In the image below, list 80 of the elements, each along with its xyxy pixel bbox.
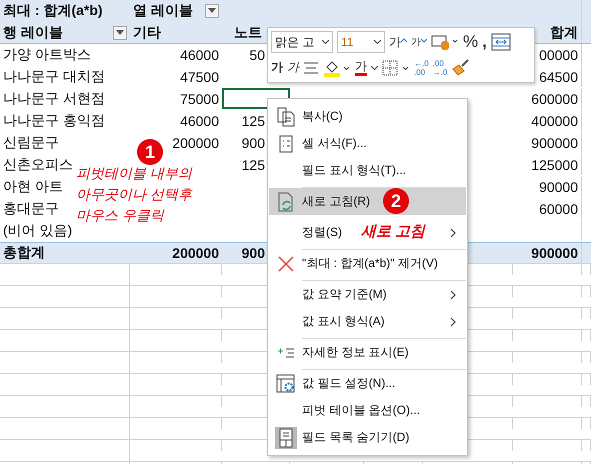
menu-item[interactable]: 값 요약 기준(M) [269,281,466,308]
decimal-button[interactable]: ←.0 .00 [414,58,429,77]
decimal-button[interactable]: .00 →.0 [432,58,448,77]
caret-icon [208,8,216,13]
bold-button[interactable]: 가 [271,59,283,76]
menu-item[interactable]: 값 필드 설정(N)... [269,370,466,397]
caret-icon[interactable] [371,66,378,70]
caret-icon [322,40,329,44]
row-label-cell: 가양 아트박스 [3,46,91,64]
annotation-text: 피벗테이블 내부의 아무곳이나 선택후 마우스 우클릭 [76,164,192,225]
column-label: 열 레이블 [133,2,193,20]
row-label-cell: 나나문구 대치점 [3,68,105,86]
italic-button[interactable]: 가 [287,59,299,76]
annotation-text: 새로 고침 [361,222,426,242]
format-cells-icon [278,134,292,152]
step-badge: 1 [137,139,163,165]
row-label-cell: 신림문구 [3,134,59,152]
selected-cell[interactable] [222,88,290,109]
table-cell: 125 [242,112,265,128]
column-header: 기타 [133,24,161,42]
row-label: 행 레이블 [3,24,63,42]
row-label-cell: (비어 있음) [3,222,72,240]
grow-font-button[interactable]: 가 [389,34,407,51]
field-settings-icon [276,374,296,394]
column-header: 노트 [234,24,262,42]
table-cell: 64500 [539,68,578,84]
wrap-icon[interactable] [490,33,511,52]
total-cell: 900 [242,245,265,261]
table-cell: 75000 [180,90,219,106]
row-label-cell: 나나문구 서현점 [3,90,105,108]
align-center-icon[interactable] [303,60,319,75]
accounting-icon[interactable] [431,33,459,52]
menu-item[interactable]: 셀 서식(F)... [269,130,466,157]
table-cell: 46000 [180,112,219,128]
table-cell: 60000 [539,200,578,216]
table-cell: 200000 [172,134,219,150]
copy-icon [276,106,294,126]
filter-dropdown[interactable] [113,26,127,40]
row-label-cell: 홍대문구 [3,200,59,218]
chevron-right-icon [450,290,456,300]
total-cell: 200000 [172,245,219,261]
menu-item[interactable]: 필드 목록 숨기기(D) [269,424,466,451]
shrink-font-button[interactable]: 가 [411,35,427,50]
table-cell: 46000 [180,46,219,62]
table-cell: 125 [242,156,265,172]
menu-item[interactable]: 복사(C) [269,103,466,130]
plus-list-icon [276,346,294,358]
table-cell: 900 [242,134,265,150]
table-cell: 900000 [531,134,578,150]
table-cell: 90000 [539,178,578,194]
comma-button[interactable]: , [482,32,487,52]
chevron-right-icon [450,316,456,326]
percent-button[interactable]: % [463,32,478,52]
table-cell: 47500 [180,68,219,84]
row-label-cell: 아현 아트 [3,178,63,196]
menu-item[interactable]: 피벗 테이블 옵션(O)... [269,397,466,424]
table-cell: 400000 [531,112,578,128]
format-painter-icon[interactable] [451,58,472,77]
table-cell: 125000 [531,156,578,172]
table-cell: 00000 [539,46,578,62]
field-list-icon [274,426,296,448]
table-cell: 50 [249,46,265,62]
refresh-icon [278,192,294,212]
font-color-button[interactable]: 가 [355,59,367,76]
borders-icon[interactable] [382,60,410,76]
caret-icon [374,40,381,44]
pivot-title: 최대 : 합계(a*b) [3,2,103,20]
size-field[interactable]: 11 [337,31,385,54]
table-cell: 600000 [531,90,578,106]
column-header: 합계 [550,24,578,42]
total-label: 총합계 [3,244,45,262]
row-label-cell: 신촌오피스 [3,156,73,174]
chevron-right-icon [450,228,456,238]
caret-icon [116,30,124,35]
row-label-cell: 나나문구 홍익점 [3,112,105,130]
close-icon [278,256,294,272]
font-field[interactable]: 맑은 고 [271,31,333,54]
fill-color-icon[interactable] [323,58,351,77]
total-cell: 900000 [531,245,578,261]
filter-dropdown[interactable] [205,4,219,18]
